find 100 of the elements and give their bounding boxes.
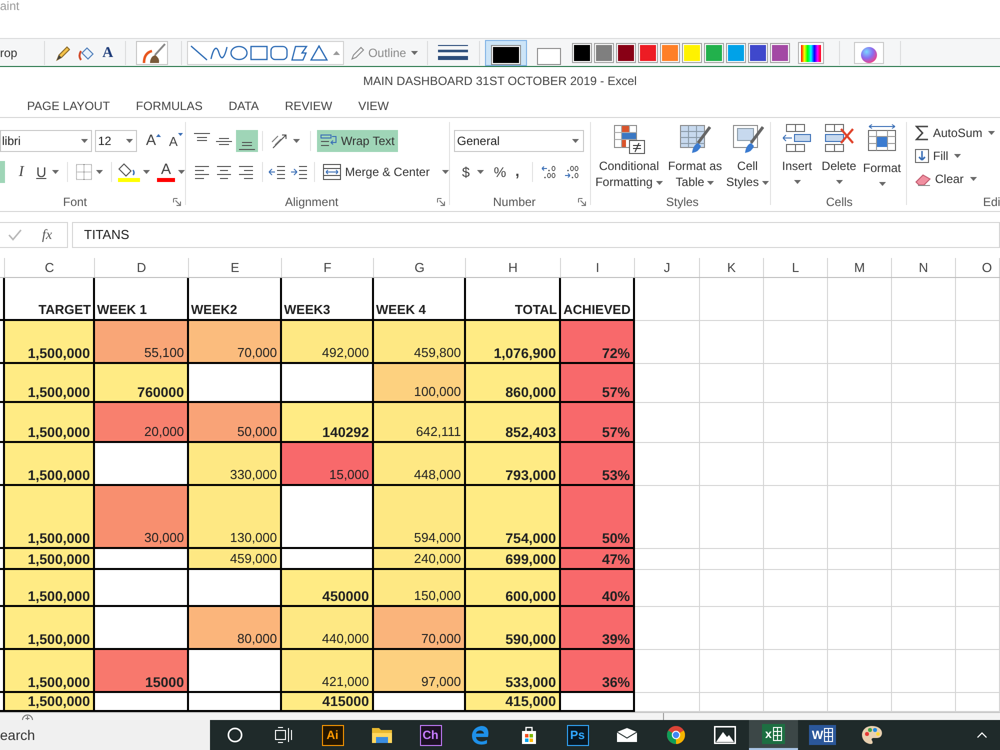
dialog-launcher-icon[interactable] — [437, 198, 445, 206]
cell-styles-button[interactable]: Cell Styles — [725, 124, 770, 190]
color-swatch-icon[interactable] — [594, 42, 614, 62]
taskbar-button[interactable]: Ai — [308, 720, 357, 750]
ribbon-tab[interactable]: FORMULAS — [136, 96, 203, 116]
pencil-icon[interactable] — [56, 44, 70, 60]
column-header[interactable]: O — [956, 258, 1000, 277]
caret-icon[interactable] — [836, 180, 842, 184]
insert-button[interactable]: Insert — [779, 124, 815, 184]
align-right-icon[interactable] — [238, 165, 254, 179]
color-swatch-icon[interactable] — [770, 42, 790, 62]
oval-shape-icon[interactable] — [230, 44, 248, 60]
caret-icon[interactable] — [293, 139, 300, 143]
borders-icon[interactable] — [76, 164, 92, 180]
increase-decimal-icon[interactable] — [541, 165, 558, 179]
column-header[interactable]: E — [189, 258, 282, 277]
caret-icon[interactable] — [794, 180, 800, 184]
insert-function-button[interactable]: fx — [42, 224, 52, 246]
decrease-indent-icon[interactable] — [268, 165, 286, 179]
add-sheet-icon[interactable] — [22, 713, 33, 720]
color-swatch-icon[interactable] — [616, 42, 636, 62]
currency-button[interactable]: $ — [462, 162, 470, 182]
font-size-field[interactable]: 12 — [95, 130, 137, 152]
ribbon-tab[interactable]: REVIEW — [284, 96, 332, 116]
dialog-launcher-icon[interactable] — [578, 198, 586, 206]
color-swatch-icon[interactable] — [726, 42, 746, 62]
autosum-button[interactable]: AutoSum — [915, 122, 996, 144]
curve-shape-icon[interactable] — [210, 44, 228, 60]
triangle-shape-icon[interactable] — [310, 44, 328, 60]
taskbar-button[interactable]: x — [749, 720, 798, 750]
column-header[interactable]: F — [282, 258, 374, 277]
checkmark-icon[interactable] — [8, 229, 22, 241]
rounded-rectangle-shape-icon[interactable] — [270, 44, 288, 60]
rectangle-shape-icon[interactable] — [250, 44, 268, 60]
caret-icon[interactable] — [442, 170, 449, 174]
search-field[interactable]: earch — [0, 720, 210, 750]
brush-icon[interactable] — [136, 40, 168, 64]
paint-bucket-icon[interactable] — [78, 44, 94, 60]
caret-icon[interactable] — [988, 131, 996, 135]
align-center-icon[interactable] — [216, 165, 232, 179]
column-header[interactable]: G — [374, 258, 466, 277]
caret-icon[interactable] — [81, 139, 88, 143]
color-swatch-icon[interactable] — [660, 42, 680, 62]
caret-icon[interactable] — [954, 154, 962, 158]
chevron-up-icon[interactable] — [977, 732, 987, 738]
color-swatch-icon[interactable] — [572, 42, 592, 62]
align-left-icon[interactable] — [194, 165, 210, 179]
delete-button[interactable]: Delete — [818, 124, 860, 184]
caret-icon[interactable] — [970, 177, 977, 181]
line-shape-icon[interactable] — [190, 44, 208, 60]
color-swatch-icon[interactable] — [748, 42, 768, 62]
scroll-up-icon[interactable] — [333, 50, 340, 54]
caret-icon[interactable] — [178, 170, 185, 174]
caret-icon[interactable] — [476, 170, 484, 174]
color-swatch-icon[interactable] — [638, 42, 658, 62]
column-header[interactable]: L — [764, 258, 828, 277]
caret-icon[interactable] — [707, 180, 714, 185]
ribbon-tab[interactable]: VIEW — [358, 96, 389, 116]
caret-icon[interactable] — [52, 170, 60, 174]
caret-icon[interactable] — [656, 180, 663, 185]
column-header[interactable]: N — [892, 258, 956, 277]
formula-field[interactable]: TITANS — [72, 222, 1000, 248]
column-header[interactable]: I — [561, 258, 635, 277]
column-header[interactable]: M — [828, 258, 892, 277]
edit-colors-icon[interactable] — [798, 42, 824, 64]
taskbar-button[interactable]: W — [798, 720, 847, 750]
conditional-formatting-button[interactable]: Conditional Formatting — [594, 124, 664, 190]
fill-button[interactable]: Fill — [915, 145, 962, 167]
column-header[interactable]: J — [635, 258, 700, 277]
number-format-field[interactable]: General — [454, 130, 584, 152]
column-header[interactable]: C — [5, 258, 95, 277]
caret-icon[interactable] — [762, 180, 769, 185]
column-header[interactable]: D — [95, 258, 189, 277]
taskbar-button[interactable]: Ps — [553, 720, 602, 750]
caret-icon[interactable] — [143, 170, 150, 174]
color-swatch-icon[interactable] — [704, 42, 724, 62]
decrease-decimal-icon[interactable] — [564, 165, 580, 179]
polygon-shape-icon[interactable] — [290, 44, 308, 60]
dialog-launcher-icon[interactable] — [173, 198, 181, 206]
fill-color-icon[interactable] — [118, 162, 140, 182]
increase-indent-icon[interactable] — [290, 165, 308, 179]
shrink-font-button[interactable]: A — [169, 132, 183, 150]
clear-button[interactable]: Clear — [915, 168, 977, 190]
caret-icon[interactable] — [96, 170, 104, 174]
column-header[interactable]: H — [466, 258, 561, 277]
caret-icon[interactable] — [572, 139, 579, 143]
column-header[interactable]: K — [700, 258, 764, 277]
comma-button[interactable]: , — [515, 160, 520, 184]
crop-button[interactable]: rop — [0, 46, 18, 60]
color-swatch-icon[interactable] — [682, 42, 702, 62]
caret-up-icon[interactable] — [156, 134, 162, 137]
caret-icon[interactable] — [878, 182, 886, 186]
underline-button[interactable]: U — [34, 161, 48, 183]
format-as-table-button[interactable]: Format as Table — [666, 124, 724, 190]
ribbon-tab[interactable]: PAGE LAYOUT — [27, 96, 110, 116]
font-color-button[interactable]: A — [157, 161, 175, 183]
italic-button[interactable]: I — [14, 161, 28, 183]
ribbon-tab[interactable]: DATA — [228, 96, 259, 116]
taskbar-button[interactable]: Ch — [406, 720, 455, 750]
grow-font-button[interactable]: A — [146, 133, 162, 149]
